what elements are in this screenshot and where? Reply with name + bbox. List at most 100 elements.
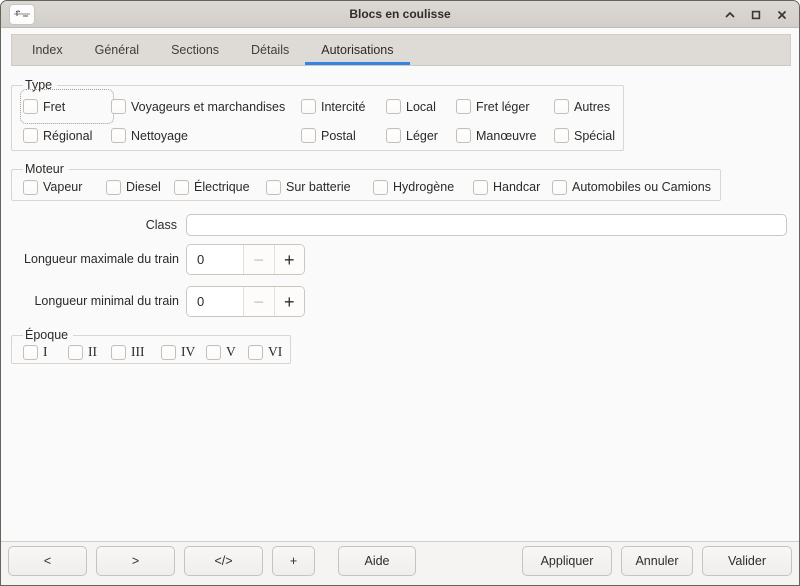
checkbox[interactable]: [206, 345, 221, 360]
nav-button[interactable]: +: [272, 546, 315, 576]
checkbox[interactable]: [68, 345, 83, 360]
checkbox-label: VI: [268, 344, 282, 360]
nav-button[interactable]: <: [8, 546, 87, 576]
checkbox-item[interactable]: Diesel: [106, 176, 174, 198]
min-length-decrement-button[interactable]: −: [243, 287, 274, 316]
checkbox[interactable]: [266, 180, 281, 195]
checkbox-item[interactable]: Vapeur: [23, 176, 106, 198]
checkbox[interactable]: [456, 128, 471, 143]
checkbox-label: Automobiles ou Camions: [572, 180, 711, 194]
checkbox-label: II: [88, 344, 97, 360]
checkbox-item[interactable]: Fret léger: [456, 92, 554, 121]
minus-icon: −: [253, 293, 264, 311]
checkbox-item[interactable]: VI: [248, 342, 282, 362]
checkbox-item[interactable]: Voyageurs et marchandises: [111, 92, 301, 121]
checkbox-label: Manœuvre: [476, 129, 536, 143]
nav-button-label: <: [44, 554, 51, 568]
max-length-decrement-button[interactable]: −: [243, 245, 274, 274]
class-input[interactable]: [186, 214, 787, 236]
action-button[interactable]: Annuler: [621, 546, 693, 576]
maximize-button[interactable]: [748, 7, 764, 23]
nav-button[interactable]: </>: [184, 546, 263, 576]
checkbox[interactable]: [554, 128, 569, 143]
tab[interactable]: Index: [16, 35, 79, 65]
checkbox-item[interactable]: V: [206, 342, 248, 362]
type-row-2: Régional Nettoyage Postal Léger: [23, 121, 615, 150]
window: Blocs en coulisse Index: [0, 0, 800, 586]
checkbox-label: Hydrogène: [393, 180, 454, 194]
checkbox[interactable]: [111, 99, 126, 114]
checkbox[interactable]: [301, 128, 316, 143]
checkbox[interactable]: [111, 128, 126, 143]
minimize-button[interactable]: [722, 7, 738, 23]
nav-button-label: >: [132, 554, 139, 568]
tab[interactable]: Général: [79, 35, 155, 65]
checkbox-item[interactable]: Électrique: [174, 176, 266, 198]
checkbox-item[interactable]: Local: [386, 92, 456, 121]
checkbox-item[interactable]: Automobiles ou Camions: [552, 176, 711, 198]
checkbox-item[interactable]: Nettoyage: [111, 121, 301, 150]
max-length-increment-button[interactable]: +: [274, 245, 305, 274]
checkbox-item[interactable]: II: [68, 342, 111, 362]
checkbox-label: Léger: [406, 129, 438, 143]
checkbox-label: Régional: [43, 129, 92, 143]
checkbox[interactable]: [174, 180, 189, 195]
checkbox-label: Spécial: [574, 129, 615, 143]
nav-button-label: Aide: [364, 554, 389, 568]
checkbox[interactable]: [386, 128, 401, 143]
action-button[interactable]: Appliquer: [522, 546, 612, 576]
checkbox-item[interactable]: Postal: [301, 121, 386, 150]
min-length-increment-button[interactable]: +: [274, 287, 305, 316]
checkbox-item[interactable]: Sur batterie: [266, 176, 373, 198]
tab[interactable]: Sections: [155, 35, 235, 65]
checkbox[interactable]: [106, 180, 121, 195]
checkbox-item[interactable]: Régional: [23, 121, 111, 150]
checkbox[interactable]: [456, 99, 471, 114]
checkbox-item[interactable]: Intercité: [301, 92, 386, 121]
tab[interactable]: Autorisations: [305, 35, 409, 65]
checkbox-item[interactable]: I: [23, 342, 68, 362]
checkbox-item[interactable]: Handcar: [473, 176, 552, 198]
checkbox[interactable]: [552, 180, 567, 195]
checkbox-item[interactable]: Manœuvre: [456, 121, 554, 150]
checkbox[interactable]: [23, 180, 38, 195]
checkbox-label: Local: [406, 100, 436, 114]
window-title: Blocs en coulisse: [1, 7, 799, 21]
checkbox[interactable]: [373, 180, 388, 195]
checkbox-item[interactable]: Hydrogène: [373, 176, 473, 198]
type-group: Type Fret Voyageurs et marchandises Inte…: [11, 78, 624, 151]
nav-button[interactable]: >: [96, 546, 175, 576]
checkbox-item[interactable]: Spécial: [554, 121, 615, 150]
plus-icon: +: [284, 251, 295, 269]
type-row-1: Fret Voyageurs et marchandises Intercité…: [23, 92, 615, 121]
checkbox[interactable]: [23, 99, 38, 114]
checkbox[interactable]: [161, 345, 176, 360]
min-length-input[interactable]: [187, 287, 243, 316]
close-icon: [776, 9, 788, 21]
checkbox[interactable]: [23, 345, 38, 360]
minimize-icon: [724, 9, 736, 21]
checkbox-item[interactable]: III: [111, 342, 161, 362]
minus-icon: −: [253, 251, 264, 269]
moteur-group-title: Moteur: [23, 162, 69, 176]
nav-button[interactable]: Aide: [338, 546, 416, 576]
checkbox[interactable]: [111, 345, 126, 360]
checkbox-item[interactable]: Fret: [23, 92, 111, 121]
max-length-input[interactable]: [187, 245, 243, 274]
checkbox[interactable]: [248, 345, 263, 360]
tab[interactable]: Détails: [235, 35, 305, 65]
checkbox-item[interactable]: IV: [161, 342, 206, 362]
checkbox-label: Intercité: [321, 100, 365, 114]
action-button[interactable]: Valider: [702, 546, 792, 576]
checkbox-label: III: [131, 344, 145, 360]
checkbox-item[interactable]: Léger: [386, 121, 456, 150]
tab-label: Détails: [251, 43, 289, 57]
checkbox[interactable]: [554, 99, 569, 114]
checkbox[interactable]: [473, 180, 488, 195]
checkbox-item[interactable]: Autres: [554, 92, 615, 121]
checkbox[interactable]: [23, 128, 38, 143]
checkbox-label: Voyageurs et marchandises: [131, 100, 285, 114]
checkbox[interactable]: [301, 99, 316, 114]
close-button[interactable]: [774, 7, 790, 23]
checkbox[interactable]: [386, 99, 401, 114]
